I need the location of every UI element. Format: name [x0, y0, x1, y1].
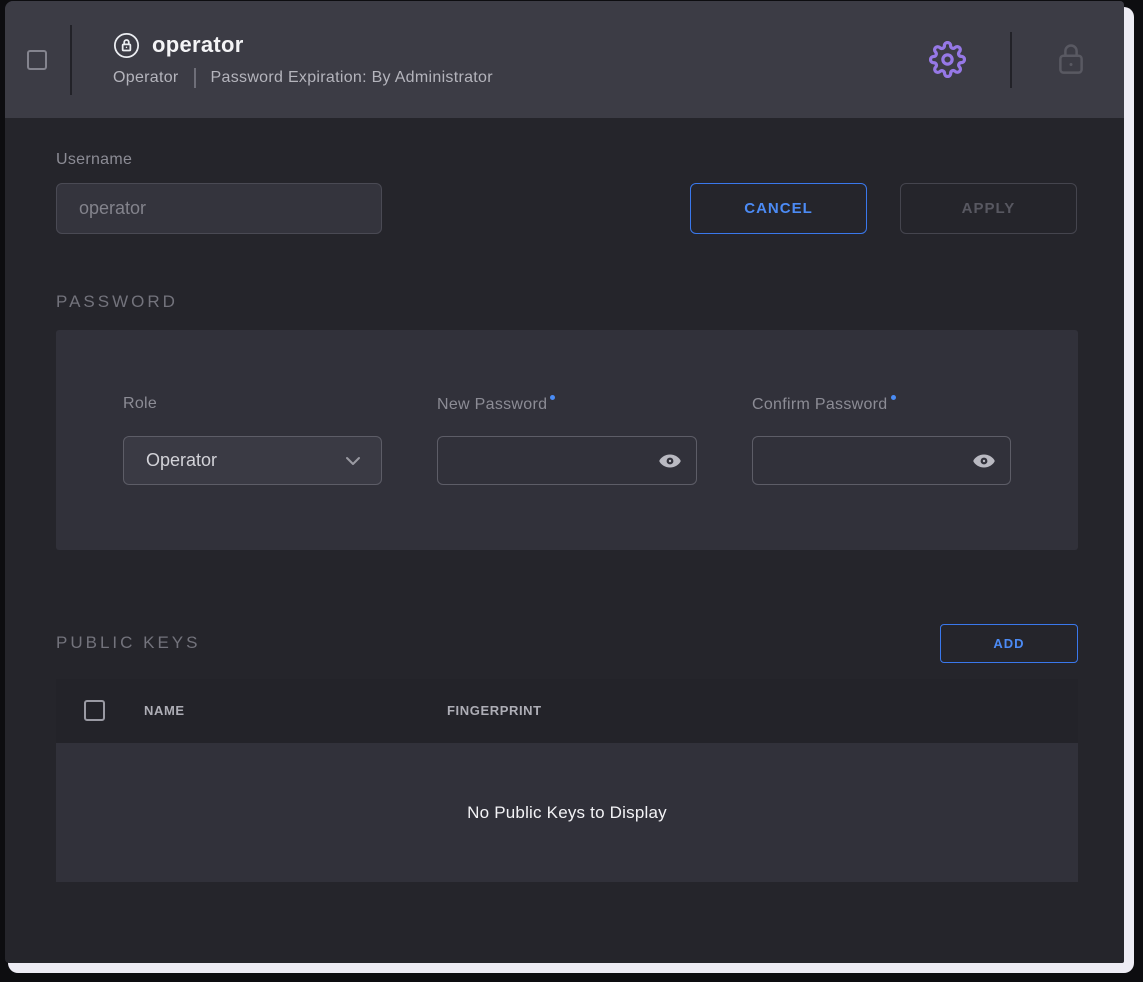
public-keys-table: NAME FINGERPRINT No Public Keys to Displ… [56, 679, 1078, 882]
user-lock-circle-icon [113, 32, 140, 59]
password-section-heading: PASSWORD [56, 292, 178, 312]
show-password-button[interactable] [972, 449, 1010, 473]
chevron-down-icon [345, 456, 361, 466]
padlock-icon [1056, 42, 1086, 77]
new-password-label: New Password [437, 395, 555, 414]
settings-button[interactable] [929, 41, 966, 78]
apply-button[interactable]: APPLY [900, 183, 1077, 234]
cancel-button[interactable]: CANCEL [690, 183, 867, 234]
confirm-password-field [752, 436, 1011, 485]
required-dot-icon [550, 395, 555, 400]
user-subtitle: Operator Password Expiration: By Adminis… [113, 68, 493, 88]
user-row-header: operator Operator Password Expiration: B… [5, 1, 1124, 118]
header-divider [1010, 32, 1012, 88]
add-public-key-button[interactable]: ADD [940, 624, 1078, 663]
user-title-block: operator Operator Password Expiration: B… [113, 32, 493, 88]
confirm-password-input[interactable] [753, 437, 972, 484]
new-password-input[interactable] [438, 437, 658, 484]
header-divider [70, 25, 72, 95]
show-password-button[interactable] [658, 449, 696, 473]
username-label: Username [56, 151, 132, 169]
eye-icon [972, 449, 996, 473]
required-dot-icon [891, 395, 896, 400]
role-label: Role [123, 395, 157, 413]
select-all-checkbox[interactable] [84, 700, 105, 721]
row-select-checkbox[interactable] [27, 50, 47, 70]
user-detail-panel: operator Operator Password Expiration: B… [5, 1, 1124, 963]
username-input[interactable] [56, 183, 382, 234]
password-expiration-text: Password Expiration: By Administrator [211, 69, 493, 87]
gear-icon [929, 41, 966, 78]
confirm-password-label: Confirm Password [752, 395, 896, 414]
page-title: operator [152, 32, 244, 58]
user-role-text: Operator [113, 69, 179, 87]
table-header-row: NAME FINGERPRINT [56, 679, 1078, 743]
new-password-field [437, 436, 697, 485]
role-select[interactable]: Operator [123, 436, 382, 485]
public-keys-section-heading: PUBLIC KEYS [56, 633, 201, 653]
role-selected-value: Operator [146, 450, 217, 471]
empty-state-row: No Public Keys to Display [56, 743, 1078, 882]
eye-icon [658, 449, 682, 473]
password-card: Role Operator New Password [56, 330, 1078, 550]
subtitle-divider [194, 68, 196, 88]
column-header-name: NAME [144, 703, 185, 718]
lock-user-button[interactable] [1056, 42, 1086, 77]
empty-state-message: No Public Keys to Display [467, 803, 667, 823]
column-header-fingerprint: FINGERPRINT [447, 703, 542, 718]
